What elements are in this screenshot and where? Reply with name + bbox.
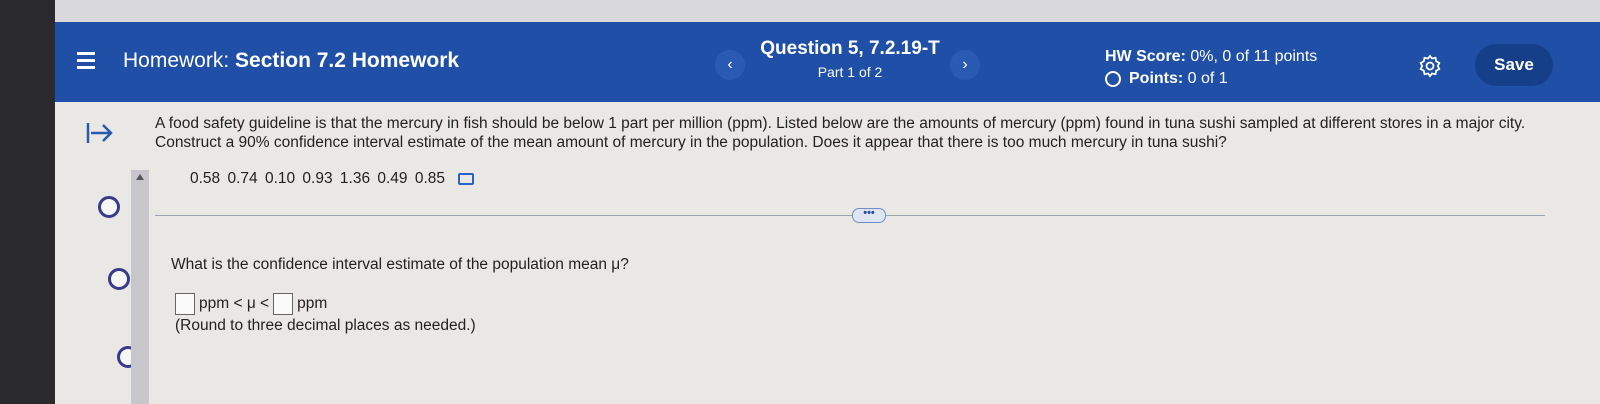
homework-title: Homework: Section 7.2 Homework: [123, 49, 459, 73]
save-button[interactable]: Save: [1475, 44, 1553, 86]
part-radio-1[interactable]: [98, 196, 120, 218]
data-values-row: 0.58 0.74 0.10 0.93 1.36 0.49 0.85: [190, 170, 475, 188]
answer-row: ppm < μ < ppm: [175, 293, 327, 315]
data-values: 0.58 0.74 0.10 0.93 1.36 0.49 0.85: [190, 170, 446, 187]
problem-prompt: A food safety guideline is that the merc…: [155, 115, 1526, 151]
copy-data-icon[interactable]: [458, 172, 475, 185]
question-info: Question 5, 7.2.19-T Part 1 of 2: [755, 38, 945, 80]
scroll-up-arrow-icon[interactable]: [136, 174, 144, 180]
problem-content: A food safety guideline is that the merc…: [155, 110, 1595, 404]
question-title: Question 5, 7.2.19-T: [760, 38, 940, 59]
points-label: Points:: [1129, 70, 1184, 87]
settings-gear-icon[interactable]: [1418, 54, 1442, 78]
question-part: Part 1 of 2: [817, 64, 883, 80]
points-circle-icon: [1105, 71, 1121, 87]
collapse-arrow-icon[interactable]: [85, 120, 115, 146]
next-question-button[interactable]: ›: [950, 50, 980, 80]
hw-score-value: 0%, 0 of 11 points: [1190, 48, 1318, 65]
header-bar: Homework: Section 7.2 Homework ‹ Questio…: [55, 22, 1600, 102]
rounding-hint: (Round to three decimal places as needed…: [175, 317, 476, 334]
question-text: What is the confidence interval estimate…: [171, 256, 629, 273]
hw-score-label: HW Score:: [1105, 48, 1186, 65]
points-row: Points: 0 of 1: [1105, 68, 1317, 90]
lower-bound-input[interactable]: [175, 293, 195, 315]
answer-end-text: ppm: [297, 295, 328, 312]
menu-icon[interactable]: [77, 52, 95, 70]
browser-top-strip: [55, 0, 1600, 22]
part-radio-2[interactable]: [108, 268, 130, 290]
hw-score: HW Score: 0%, 0 of 11 points: [1105, 46, 1317, 68]
score-block: HW Score: 0%, 0 of 11 points Points: 0 o…: [1105, 46, 1317, 90]
homework-section: Section 7.2 Homework: [235, 49, 460, 72]
screen: Homework: Section 7.2 Homework ‹ Questio…: [55, 0, 1600, 404]
homework-prefix: Homework:: [123, 49, 230, 72]
answer-mid-text: ppm < μ <: [199, 295, 270, 312]
points-value: 0 of 1: [1187, 70, 1228, 87]
previous-question-button[interactable]: ‹: [715, 50, 745, 80]
expand-more-button[interactable]: •••: [852, 208, 886, 223]
section-divider: [155, 215, 1545, 216]
upper-bound-input[interactable]: [273, 293, 294, 315]
vertical-scrollbar[interactable]: [131, 170, 149, 404]
